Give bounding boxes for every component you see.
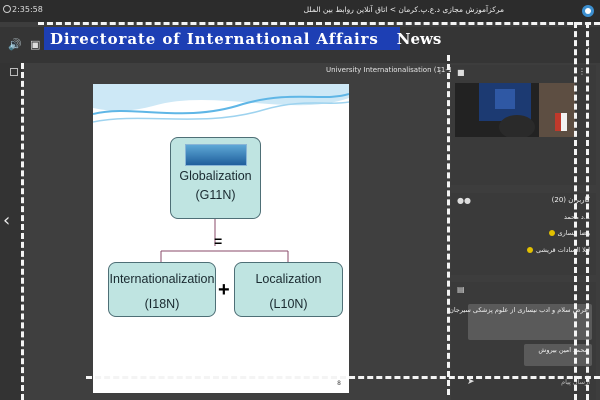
presentation-menu-icon[interactable]: ⋮ [436, 66, 444, 75]
chat-message: محمد امین بیروش [524, 344, 592, 366]
globalization-node: Globalization (G11N) [170, 137, 261, 219]
localization-label: Localization [255, 272, 322, 286]
internationalization-node: Internationalization (I18N) [108, 262, 216, 317]
frame-border-bottom [86, 376, 600, 379]
banner-news: News [396, 29, 442, 48]
frame-border-left [21, 63, 24, 400]
banner-title: Directorate of International Affairs [50, 29, 379, 48]
users-icon: ●● [457, 196, 471, 205]
chevron-left-icon[interactable]: ‹ [3, 210, 10, 231]
chat-icon: ▤ [457, 285, 465, 294]
slide-page-number: 8 [337, 380, 341, 387]
audio-icon[interactable]: 🔊 [8, 38, 22, 51]
frame-border-right-inner [574, 22, 577, 400]
top-bar: 2:35:58 مرکزآموزش مجازی د.ع.پ.کرمان > ات… [0, 0, 600, 22]
localization-code: (L10N) [269, 297, 308, 311]
frame-border-right-outer [586, 22, 589, 400]
globe-image [184, 144, 247, 166]
left-rail [0, 63, 22, 400]
clock-icon [3, 5, 11, 13]
user-item[interactable]: لیلا السادات قریشی [526, 246, 590, 254]
breadcrumb[interactable]: مرکزآموزش مجازی د.ع.پ.کرمان > اتاق آنلای… [304, 5, 504, 14]
layout-icon[interactable] [10, 68, 18, 76]
users-count: کاربران (20) [551, 196, 590, 204]
user-icon [526, 247, 533, 253]
webcam-menu-icon[interactable]: ⋮ [578, 67, 586, 76]
webcam-video [455, 83, 575, 137]
screen-share-icon[interactable]: ▣ [30, 38, 40, 51]
user-item[interactable]: رضا نیساری [548, 229, 590, 237]
internationalization-code: (I18N) [144, 297, 180, 311]
university-logo-icon [508, 3, 596, 19]
slide: Globalization (G11N) = Internationalizat… [93, 84, 349, 393]
banner: Directorate of International Affairs New… [44, 27, 441, 50]
plus-sign: + [218, 279, 230, 301]
frame-border-middle [447, 55, 450, 395]
globalization-label: Globalization [179, 169, 252, 183]
camera-icon: ■ [457, 68, 465, 77]
equals-sign: = [214, 233, 223, 249]
internationalization-label: Internationalization [109, 272, 215, 286]
globalization-code: (G11N) [195, 188, 236, 202]
user-icon [548, 230, 555, 236]
session-timer: 2:35:58 [12, 5, 43, 14]
localization-node: Localization (L10N) [234, 262, 343, 317]
frame-border-top [38, 22, 600, 25]
user-name: لیلا السادات قریشی [535, 246, 590, 254]
